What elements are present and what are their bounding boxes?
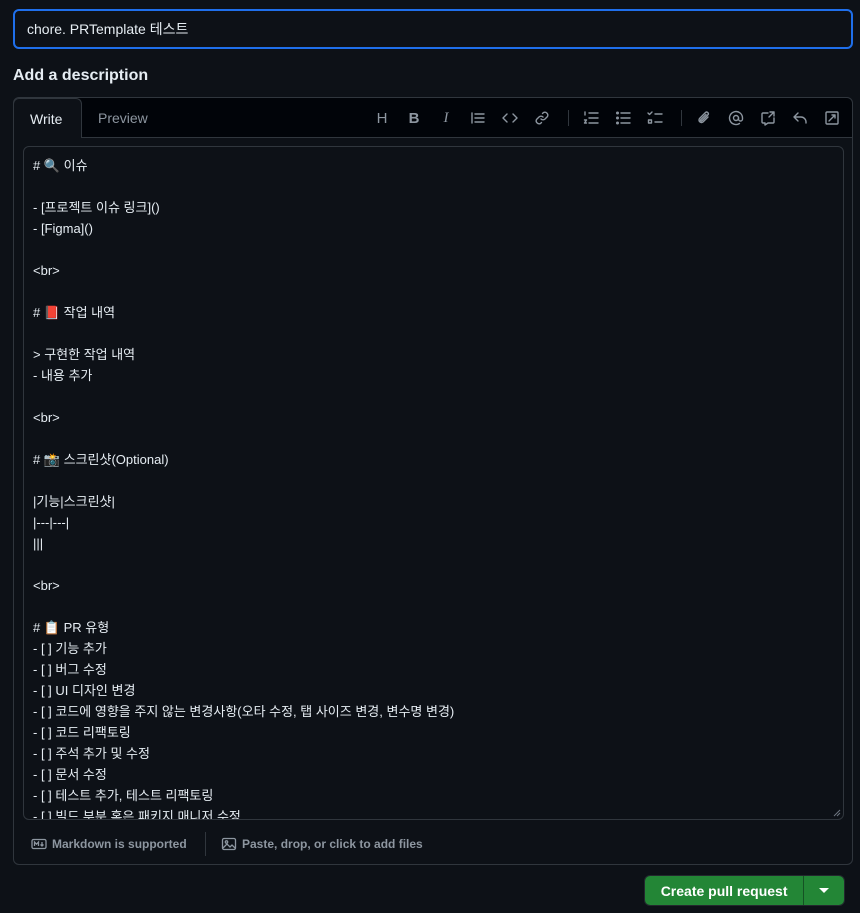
textarea-line: # 📋 PR 유형	[33, 620, 110, 635]
create-options-dropdown-button[interactable]	[803, 876, 844, 905]
textarea-line: - [ ] 버그 수정	[33, 662, 107, 677]
textarea-line: # 📕 작업 내역	[33, 305, 116, 320]
textarea-line: <br>	[33, 578, 60, 593]
paperclip-icon[interactable]	[694, 108, 714, 128]
textarea-line: - [ ] 기능 추가	[33, 641, 107, 656]
textarea-line: - [ ] 테스트 추가, 테스트 리팩토링	[33, 788, 214, 803]
create-pr-button-group: Create pull request	[644, 875, 845, 906]
textarea-line: - [ ] 주석 추가 및 수정	[33, 746, 150, 761]
textarea-line: |||	[33, 536, 44, 551]
pr-title-input[interactable]: chore. PRTemplate 테스트	[13, 9, 853, 49]
heading-icon[interactable]: H	[372, 108, 392, 128]
description-textarea[interactable]: # 🔍 이슈 - [프로젝트 이슈 링크]() - [Figma]() <br> # 📕…	[23, 146, 844, 820]
bold-icon[interactable]: B	[404, 108, 424, 128]
fullscreen-icon[interactable]	[822, 108, 842, 128]
mention-icon[interactable]	[726, 108, 746, 128]
tab-preview[interactable]: Preview	[82, 98, 164, 138]
textarea-line: - [ ] 코드 리팩토링	[33, 725, 131, 740]
textarea-line: - [프로젝트 이슈 링크]()	[33, 200, 160, 215]
description-editor: Write Preview H B I # 🔍 이슈 - [프로젝트 이슈 링크…	[13, 97, 853, 865]
textarea-line: |기능|스크린샷|	[33, 494, 115, 509]
textarea-line: |---|---|	[33, 515, 70, 530]
link-icon[interactable]	[532, 108, 552, 128]
reply-icon[interactable]	[790, 108, 810, 128]
editor-footer: Markdown is supported Paste, drop, or cl…	[14, 826, 852, 860]
tab-write[interactable]: Write	[13, 98, 82, 138]
markdown-supported-link[interactable]: Markdown is supported	[31, 836, 187, 852]
italic-icon[interactable]: I	[436, 108, 456, 128]
attach-files-button[interactable]: Paste, drop, or click to add files	[221, 836, 423, 852]
create-pull-request-button[interactable]: Create pull request	[645, 876, 804, 905]
textarea-line: - [ ] 코드에 영향을 주지 않는 변경사항(오타 수정, 탭 사이즈 변경…	[33, 704, 455, 719]
code-icon[interactable]	[500, 108, 520, 128]
textarea-line: # 📸 스크린샷(Optional)	[33, 452, 169, 467]
attach-label: Paste, drop, or click to add files	[242, 837, 423, 851]
textarea-line: > 구현한 작업 내역	[33, 347, 136, 362]
textarea-line: - [ ] 빌드 부분 혹은 패키지 매니저 수정	[33, 809, 241, 820]
image-icon	[221, 837, 237, 851]
textarea-line: <br>	[33, 410, 60, 425]
textarea-line: - 내용 추가	[33, 368, 93, 383]
cross-reference-icon[interactable]	[758, 108, 778, 128]
unordered-list-icon[interactable]	[613, 108, 633, 128]
editor-tabbar: Write Preview H B I	[13, 98, 852, 138]
resize-handle[interactable]	[833, 809, 841, 817]
textarea-line: - [Figma]()	[33, 221, 93, 236]
textarea-line: - [ ] 문서 수정	[33, 767, 107, 782]
description-heading: Add a description	[13, 67, 149, 84]
textarea-line: # 🔍 이슈	[33, 158, 88, 173]
ordered-list-icon[interactable]	[581, 108, 601, 128]
textarea-line: <br>	[33, 263, 60, 278]
quote-icon[interactable]	[468, 108, 488, 128]
caret-down-icon	[819, 888, 830, 893]
markdown-icon	[31, 838, 47, 850]
task-list-icon[interactable]	[645, 108, 665, 128]
textarea-line: - [ ] UI 디자인 변경	[33, 683, 136, 698]
markdown-label: Markdown is supported	[52, 837, 187, 851]
